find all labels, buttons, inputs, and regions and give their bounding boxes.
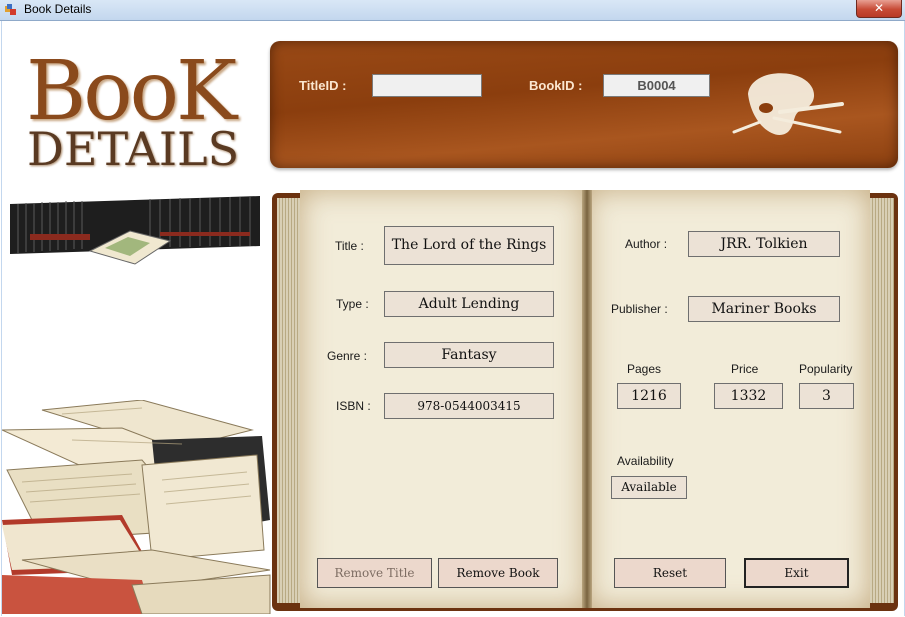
title-field[interactable]: The Lord of the Rings [384,226,554,265]
exit-button[interactable]: Exit [744,558,849,588]
pages-label: Pages [627,362,662,376]
book-id-input[interactable]: B0004 [603,74,710,97]
price-label: Price [731,362,759,376]
remove-book-button[interactable]: Remove Book [438,558,558,588]
logo-line-details: DETAILS [27,122,240,176]
publisher-label: Publisher : [611,302,668,316]
book-gutter [582,190,592,608]
genre-label: Genre : [327,349,368,363]
close-icon[interactable]: ✕ [856,0,902,18]
page-edges-left [277,198,301,603]
availability-label: Availability [617,454,674,468]
availability-field[interactable]: Available [611,476,687,499]
author-field[interactable]: JRR. Tolkien [688,231,840,257]
remove-title-button[interactable]: Remove Title [317,558,432,588]
window-app-icon [5,4,16,15]
publisher-field[interactable]: Mariner Books [688,296,840,322]
encyclopedia-books-image [10,196,260,265]
popularity-field[interactable]: 3 [799,383,854,409]
author-label: Author : [625,237,668,251]
title-id-label: TitleID : [299,78,347,93]
logo-line-book: BooK [26,44,237,139]
book-id-label: BookID : [529,78,583,93]
pages-field[interactable]: 1216 [617,383,681,409]
isbn-label: ISBN : [336,399,371,413]
open-books-stack-image [2,400,271,614]
window-title: Book Details [24,2,92,16]
window-titlebar: Book Details ✕ [0,0,905,21]
palette-icon [732,73,844,135]
type-field[interactable]: Adult Lending [384,291,554,317]
popularity-label: Popularity [799,362,853,376]
type-label: Type : [336,297,369,311]
price-field[interactable]: 1332 [714,383,783,409]
title-id-input[interactable] [372,74,482,97]
page-edges-right [870,198,894,603]
reset-button[interactable]: Reset [614,558,726,588]
isbn-field[interactable]: 978-0544003415 [384,393,554,419]
title-label: Title : [335,239,364,253]
genre-field[interactable]: Fantasy [384,342,554,368]
